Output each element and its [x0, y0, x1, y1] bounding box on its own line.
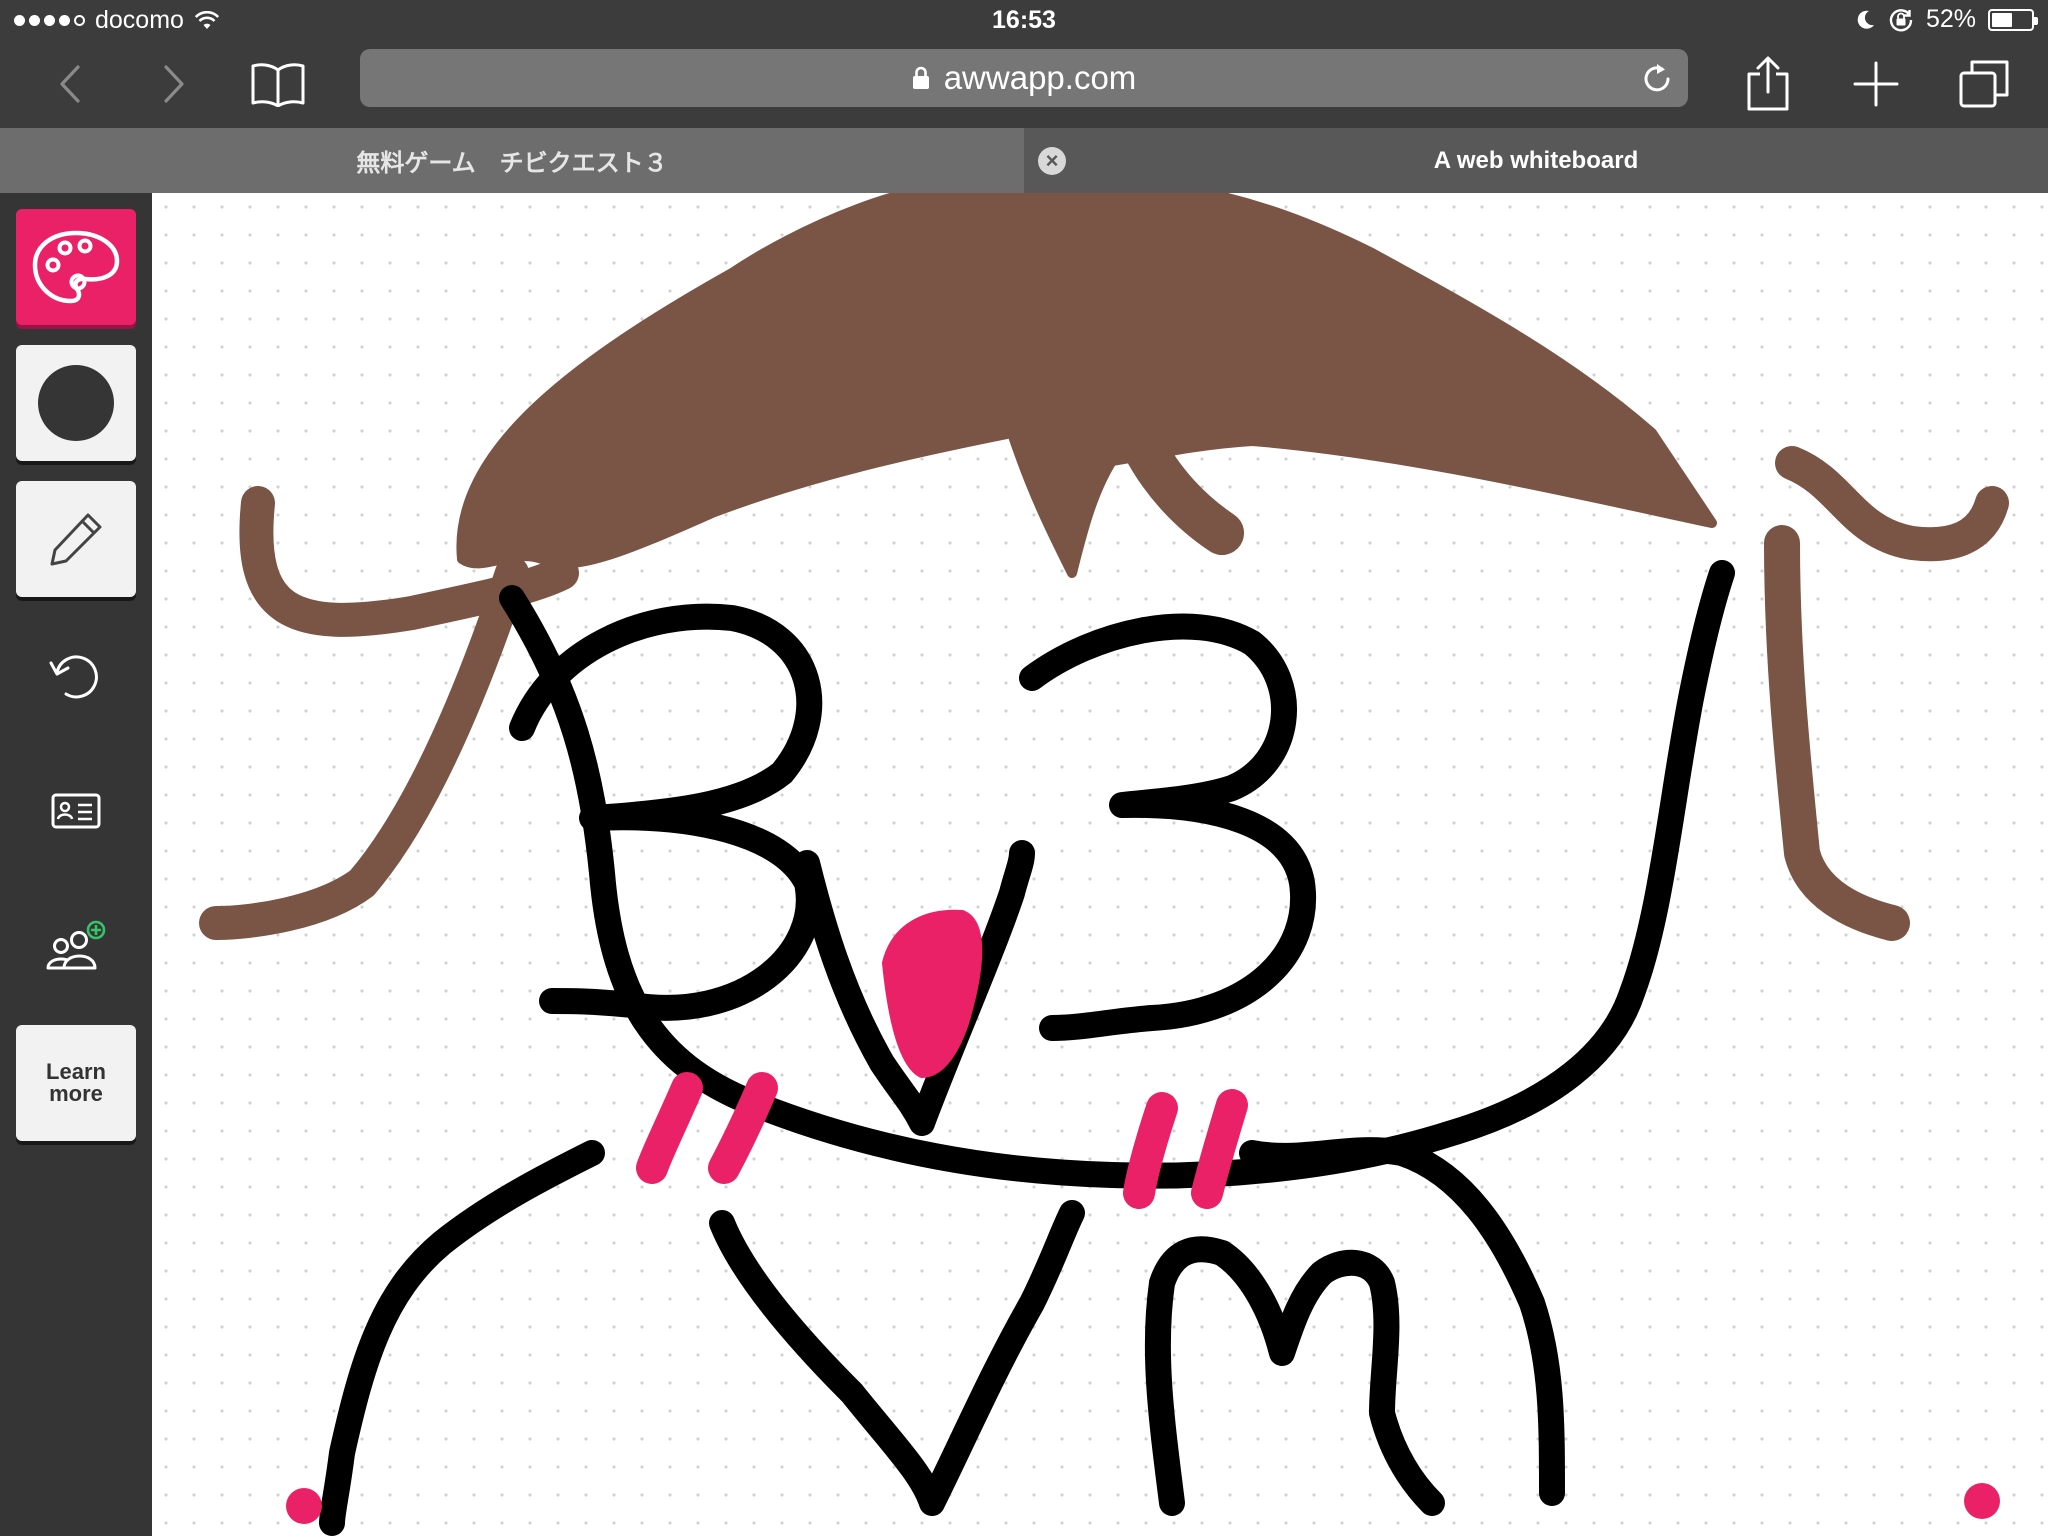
brush-size-dot-icon	[38, 365, 114, 441]
board-info-button[interactable]	[16, 753, 136, 869]
browser-toolbar: awwapp.com	[0, 40, 2048, 128]
body-collar	[709, 1200, 1085, 1516]
tab-bar: 無料ゲーム チビクエスト３ × A web whiteboard	[0, 128, 2048, 193]
learn-more-button[interactable]: Learn more	[16, 1025, 136, 1141]
right-eye-3	[1019, 613, 1317, 1041]
hair-strokes	[199, 193, 2009, 941]
rotation-lock-icon	[1889, 8, 1913, 31]
close-tab-icon[interactable]: ×	[1038, 147, 1066, 175]
left-eye-3	[509, 603, 823, 1021]
invite-users-icon	[46, 920, 106, 970]
left-hand-dot	[286, 1488, 322, 1524]
forward-chevron-icon	[164, 65, 184, 103]
plus-icon	[1853, 61, 1899, 107]
forward-button[interactable]	[134, 40, 214, 128]
brush-size-button[interactable]	[16, 345, 136, 461]
battery-icon	[1988, 8, 2038, 31]
bookmarks-book-icon	[251, 63, 305, 107]
learn-more-line2: more	[49, 1081, 103, 1106]
undo-button[interactable]	[16, 617, 136, 733]
hair-right-curl	[1775, 446, 2009, 562]
bookmarks-button[interactable]	[238, 40, 318, 128]
do-not-disturb-moon-icon	[1857, 10, 1874, 29]
new-tab-button[interactable]	[1836, 40, 1916, 128]
status-right: 52%	[1856, 5, 2038, 34]
pencil-icon	[50, 513, 102, 566]
back-button[interactable]	[30, 40, 110, 128]
tool-sidebar: Learn more	[0, 193, 152, 1536]
left-blush-1	[636, 1072, 703, 1184]
drawing-strokes	[199, 193, 2009, 1536]
hair-mass	[456, 193, 1717, 578]
battery-tip	[2034, 16, 2038, 25]
undo-icon	[49, 655, 98, 699]
ink-strokes	[319, 560, 1735, 1536]
tab-web-whiteboard[interactable]: × A web whiteboard	[1024, 128, 2048, 193]
color-palette-button[interactable]	[16, 209, 136, 325]
tab-chibiquest[interactable]: 無料ゲーム チビクエスト３	[0, 128, 1024, 193]
tabs-overview-button[interactable]	[1944, 40, 2024, 128]
battery-fill	[1992, 12, 2012, 27]
learn-more-line1: Learn	[46, 1059, 106, 1084]
tab-title: A web whiteboard	[1433, 146, 1639, 174]
tabs-icon	[1959, 60, 2009, 108]
lock-icon	[912, 66, 930, 90]
url-text: awwapp.com	[943, 59, 1137, 96]
pencil-tool-button[interactable]	[16, 481, 136, 597]
battery-percent: 52%	[1925, 5, 1976, 33]
body-left-shoulder	[319, 1140, 605, 1536]
palette-icon	[32, 230, 120, 304]
letter-m	[1144, 1236, 1445, 1516]
tab-title: 無料ゲーム チビクエスト３	[356, 150, 668, 177]
back-chevron-icon	[60, 65, 80, 103]
reload-icon[interactable]	[1640, 62, 1674, 96]
invite-users-button[interactable]	[16, 889, 136, 1005]
board-info-card-icon	[51, 793, 101, 829]
share-icon	[1747, 56, 1789, 111]
status-time: 16:53	[992, 6, 1056, 34]
address-bar[interactable]: awwapp.com	[360, 49, 1688, 107]
share-button[interactable]	[1728, 40, 1808, 128]
hair-bang-left-tuft	[1120, 421, 1244, 555]
whiteboard-canvas[interactable]	[152, 193, 2048, 1536]
right-hand-dot	[1964, 1483, 2000, 1519]
hair-right-long	[1764, 525, 1910, 941]
status-bar: docomo 16:53 52%	[0, 0, 2048, 40]
